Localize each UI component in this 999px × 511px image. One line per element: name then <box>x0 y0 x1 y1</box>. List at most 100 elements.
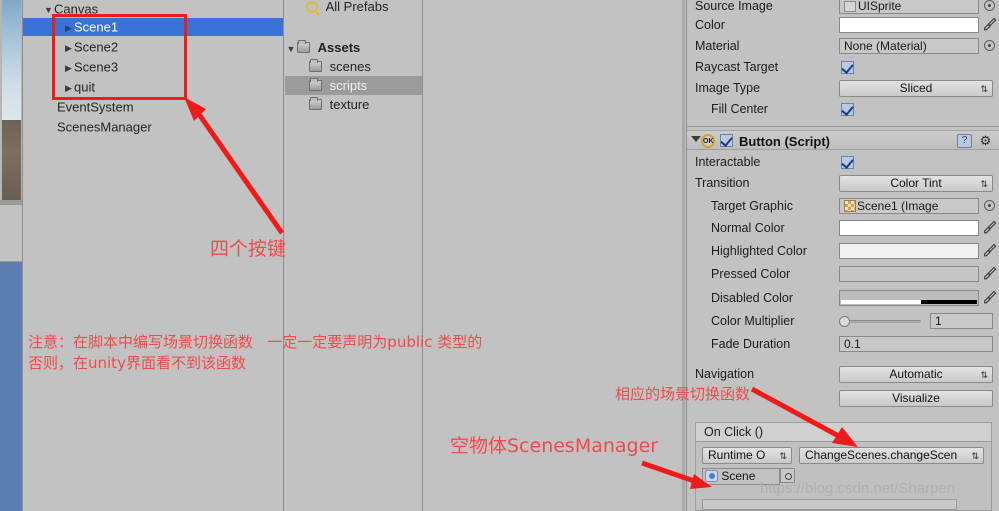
raycast-target-checkbox[interactable] <box>841 61 854 74</box>
unity-editor-window: ▼Canvas ▶ Scene1 ▶ Scene2 ▶ Scene3 ▶ quit Ev… <box>0 0 999 511</box>
fade-duration-input[interactable]: 0.1 <box>839 336 993 352</box>
field-label: Fade Duration <box>711 337 791 351</box>
field-label: Pressed Color <box>711 267 791 281</box>
source-image-field[interactable]: UISprite <box>839 0 979 14</box>
hierarchy-item-scene1[interactable]: ▶ Scene1 <box>23 18 283 36</box>
field-label: Navigation <box>695 367 755 381</box>
project-item-assets[interactable]: ▼ Assets <box>285 38 423 57</box>
chevron-updown-icon: ⇅ <box>971 451 979 461</box>
eyedropper-icon[interactable] <box>983 17 997 32</box>
inspector-row-color-multiplier: Color Multiplier 1 <box>687 311 999 332</box>
chevron-updown-icon: ⇅ <box>779 451 787 461</box>
scene-ground <box>2 120 21 200</box>
hierarchy-item-label: Canvas <box>54 1 99 17</box>
field-label: Target Graphic <box>711 199 793 213</box>
button-component-header[interactable]: OK Button (Script) ? ⚙ <box>687 130 999 150</box>
hierarchy-item-label: quit <box>74 79 95 95</box>
object-picker-icon[interactable] <box>984 0 995 11</box>
panel-divider[interactable] <box>682 0 685 511</box>
field-label: Interactable <box>695 155 761 169</box>
project-item-texture[interactable]: texture <box>285 95 423 114</box>
hierarchy-item-label: Scene1 <box>74 19 119 35</box>
gear-icon[interactable]: ⚙ <box>978 134 993 148</box>
project-item-label: scripts <box>329 78 368 93</box>
chevron-updown-icon: ⇅ <box>980 84 988 94</box>
inspector-row-fade-duration: Fade Duration 0.1 <box>687 334 999 355</box>
hierarchy-item-scene3[interactable]: ▶ Scene3 <box>23 58 283 76</box>
color-multiplier-value[interactable]: 1 <box>930 313 993 329</box>
project-item-all-prefabs[interactable]: All Prefabs <box>285 0 423 16</box>
alpha-bar-dark <box>921 300 977 304</box>
scene-sky <box>2 0 21 120</box>
inspector-row-disabled-color: Disabled Color <box>687 288 999 309</box>
chevron-right-icon[interactable]: ▶ <box>63 19 74 37</box>
inspector-row-target-graphic: Target Graphic Scene1 (Image <box>687 196 999 217</box>
project-item-scenes[interactable]: scenes <box>285 57 423 76</box>
field-label: Normal Color <box>711 221 785 235</box>
target-graphic-field[interactable]: Scene1 (Image <box>839 198 979 214</box>
folder-icon <box>309 59 322 72</box>
search-icon <box>306 1 318 13</box>
image-type-dropdown[interactable]: Sliced ⇅ <box>839 80 993 97</box>
visualize-button[interactable]: Visualize <box>839 390 993 407</box>
highlighted-color-swatch[interactable] <box>839 243 979 259</box>
runtime-mode-dropdown[interactable]: Runtime O ⇅ <box>702 447 792 464</box>
script-badge-icon: OK <box>701 134 715 148</box>
inspector-row-interactable: Interactable <box>687 152 999 173</box>
navigation-dropdown[interactable]: Automatic ⇅ <box>839 366 993 383</box>
chevron-right-icon[interactable]: ▶ <box>63 79 74 97</box>
component-enabled-checkbox[interactable] <box>720 134 733 147</box>
eyedropper-icon[interactable] <box>983 243 997 258</box>
annotation-empty-object: 空物体ScenesManager <box>450 435 659 457</box>
color-multiplier-slider-track[interactable] <box>843 320 921 323</box>
hierarchy-item-label: Scene3 <box>74 59 119 75</box>
hierarchy-item-scene2[interactable]: ▶ Scene2 <box>23 38 283 56</box>
chevron-down-icon[interactable]: ▼ <box>43 1 54 19</box>
chevron-right-icon[interactable]: ▶ <box>63 39 74 57</box>
chevron-down-icon[interactable] <box>691 136 701 142</box>
divider <box>687 126 999 127</box>
material-field[interactable]: None (Material) <box>839 38 979 54</box>
sprite-icon <box>844 1 856 12</box>
project-item-label: All Prefabs <box>325 0 389 14</box>
object-picker-icon[interactable] <box>984 200 995 211</box>
field-label: Color Multiplier <box>711 314 795 328</box>
hierarchy-item-canvas[interactable]: ▼Canvas <box>23 0 283 18</box>
inspector-panel: Source Image UISprite Color Material Non… <box>686 0 999 511</box>
annotation-note-line1: 注意：在脚本中编写场景切换函数 一定一定要声明为public 类型的 <box>28 333 483 351</box>
project-item-scripts[interactable]: scripts <box>285 76 423 95</box>
color-multiplier-slider-knob[interactable] <box>839 316 850 327</box>
inspector-row-normal-color: Normal Color <box>687 218 999 239</box>
inspector-row-fill-center: Fill Center <box>687 99 999 120</box>
disabled-color-swatch[interactable] <box>839 290 979 306</box>
hierarchy-item-scenesmanager[interactable]: ScenesManager <box>23 118 283 136</box>
fill-center-checkbox[interactable] <box>841 103 854 116</box>
eyedropper-icon[interactable] <box>983 266 997 281</box>
help-icon[interactable]: ? <box>957 134 972 148</box>
hierarchy-item-eventsystem[interactable]: EventSystem <box>23 98 283 116</box>
inspector-row-highlighted-color: Highlighted Color <box>687 241 999 262</box>
sprite-checker-icon <box>844 200 856 212</box>
gameobject-icon <box>705 470 718 482</box>
scene-view-sliver[interactable] <box>0 0 22 511</box>
transition-dropdown[interactable]: Color Tint ⇅ <box>839 175 993 192</box>
on-click-list-row[interactable] <box>702 499 957 510</box>
interactable-checkbox[interactable] <box>841 156 854 169</box>
inspector-row-pressed-color: Pressed Color <box>687 264 999 285</box>
folder-icon <box>309 97 322 110</box>
function-dropdown[interactable]: ChangeScenes.changeScen ⇅ <box>799 447 984 464</box>
hierarchy-item-quit[interactable]: ▶ quit <box>23 78 283 96</box>
component-title: Button (Script) <box>739 134 830 149</box>
chevron-right-icon[interactable]: ▶ <box>63 59 74 77</box>
pressed-color-swatch[interactable] <box>839 266 979 282</box>
object-picker-icon[interactable] <box>984 40 995 51</box>
field-label: Image Type <box>695 81 761 95</box>
game-view-sliver[interactable] <box>0 262 22 511</box>
inspector-row-image-type: Image Type Sliced ⇅ <box>687 78 999 99</box>
color-swatch-field[interactable] <box>839 17 979 33</box>
on-click-header[interactable]: On Click () <box>695 422 992 442</box>
eyedropper-icon[interactable] <box>983 220 997 235</box>
eyedropper-icon[interactable] <box>983 290 997 305</box>
chevron-updown-icon: ⇅ <box>980 179 988 189</box>
normal-color-swatch[interactable] <box>839 220 979 236</box>
